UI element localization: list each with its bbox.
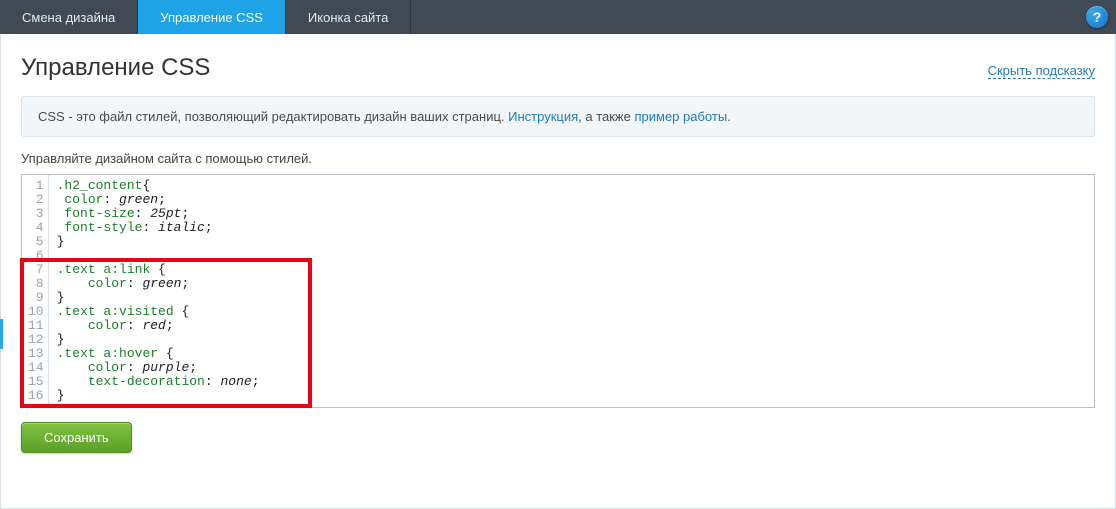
info-box: CSS - это файл стилей, позволяющий редак…	[21, 96, 1095, 137]
editor-code[interactable]: .h2_content{ color: green; font-size: 25…	[49, 175, 268, 407]
help-icon[interactable]: ?	[1086, 6, 1108, 28]
page-title: Управление CSS	[21, 54, 210, 82]
instruction-link[interactable]: Инструкция	[508, 109, 578, 124]
example-link[interactable]: пример работы	[634, 109, 727, 124]
hide-hint-link[interactable]: Скрыть подсказку	[988, 63, 1095, 79]
info-mid: , а также	[578, 109, 634, 124]
info-prefix: CSS - это файл стилей, позволяющий редак…	[38, 109, 508, 124]
sub-instruction: Управляйте дизайном сайта с помощью стил…	[21, 151, 1095, 166]
editor-gutter: 12345678910111213141516	[22, 175, 49, 407]
top-nav: Смена дизайна Управление CSS Иконка сайт…	[0, 0, 1116, 34]
css-editor[interactable]: 12345678910111213141516 .h2_content{ col…	[21, 174, 1095, 408]
title-row: Управление CSS Скрыть подсказку	[21, 54, 1095, 82]
info-suffix: .	[727, 109, 731, 124]
tab-design-change[interactable]: Смена дизайна	[0, 0, 138, 34]
save-button[interactable]: Сохранить	[21, 422, 132, 453]
page-body: Управление CSS Скрыть подсказку CSS - эт…	[0, 34, 1116, 509]
accent-stripe	[0, 319, 3, 349]
tab-site-icon[interactable]: Иконка сайта	[286, 0, 411, 34]
tab-css-management[interactable]: Управление CSS	[138, 0, 286, 34]
